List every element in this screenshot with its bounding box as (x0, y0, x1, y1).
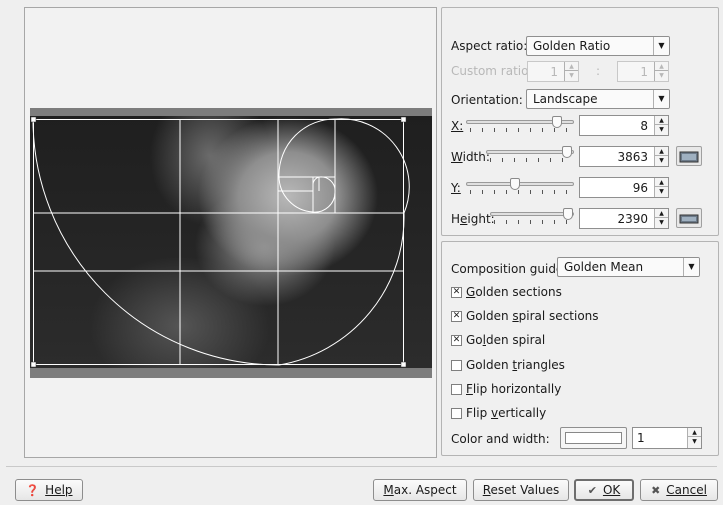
cancel-icon: ✖ (651, 484, 661, 497)
orientation-value: Landscape (533, 92, 598, 106)
custom-ratio-denominator-value: 1 (640, 65, 648, 79)
custom-ratio-numerator[interactable]: 1 ▲ ▼ (527, 61, 579, 82)
golden-spiral-sections-label: Golden spiral sections (466, 309, 599, 323)
chevron-down-icon: ▼ (653, 37, 669, 55)
composition-guide-label: Composition guide: (451, 262, 568, 276)
cancel-label: Cancel (666, 483, 707, 497)
slider-handle[interactable] (552, 116, 562, 128)
spin-buttons[interactable]: ▲ ▼ (654, 178, 668, 197)
reset-values-label: Reset Values (482, 483, 560, 497)
preview-panel (24, 7, 437, 458)
checkmark-icon: ✔ (587, 484, 597, 497)
spin-buttons[interactable]: ▲ ▼ (564, 62, 578, 81)
ratio-separator: : (596, 64, 601, 78)
height-spinbox[interactable]: 2390 ▲ ▼ (579, 208, 669, 229)
crop-handle (30, 116, 37, 123)
golden-spiral-checkbox[interactable]: ✕ (451, 335, 462, 346)
custom-ratio-denominator[interactable]: 1 ▲ ▼ (617, 61, 669, 82)
crop-handle (400, 361, 407, 368)
orientation-label: Orientation: (451, 93, 523, 107)
max-width-button[interactable] (676, 146, 702, 166)
help-label: Help (45, 483, 73, 497)
help-icon: ❓ (25, 484, 40, 497)
x-spinbox[interactable]: 8 ▲ ▼ (579, 115, 669, 136)
aspect-ratio-combo[interactable]: Golden Ratio ▼ (526, 36, 670, 56)
dialog-divider (6, 466, 717, 467)
y-slider[interactable] (466, 178, 576, 196)
ok-button[interactable]: ✔ OK (574, 479, 634, 501)
chevron-down-icon: ▼ (683, 258, 699, 276)
width-value: 3863 (617, 150, 648, 164)
guide-width-value: 1 (637, 431, 645, 445)
crop-handle (400, 116, 407, 123)
width-spinbox[interactable]: 3863 ▲ ▼ (579, 146, 669, 167)
golden-triangles-label: Golden triangles (466, 358, 565, 372)
width-label: Width: (451, 150, 490, 164)
max-height-button[interactable] (676, 208, 702, 228)
composition-guide-combo[interactable]: Golden Mean ▼ (557, 257, 700, 277)
y-spinbox[interactable]: 96 ▲ ▼ (579, 177, 669, 198)
color-width-label: Color and width: (451, 432, 550, 446)
golden-spiral-label: Golden spiral (466, 333, 546, 347)
max-aspect-button[interactable]: Max. Aspect (373, 479, 467, 501)
x-slider[interactable] (466, 116, 576, 134)
slider-handle[interactable] (510, 178, 520, 190)
spin-buttons[interactable]: ▲ ▼ (654, 209, 668, 228)
x-label: X: (451, 119, 464, 133)
golden-spiral (32, 118, 410, 366)
composition-overlay[interactable] (30, 108, 432, 378)
help-button[interactable]: ❓ Help (15, 479, 83, 501)
spin-buttons[interactable]: ▲ ▼ (687, 428, 701, 448)
chevron-down-icon: ▼ (653, 90, 669, 108)
flip-horizontally-checkbox[interactable] (451, 384, 462, 395)
ok-label: OK (602, 483, 621, 497)
spin-buttons[interactable]: ▲ ▼ (654, 116, 668, 135)
crop-handle (30, 361, 37, 368)
aspect-ratio-label: Aspect ratio: (451, 39, 528, 53)
guide-width-spinbox[interactable]: 1 ▲ ▼ (632, 427, 702, 449)
reset-values-button[interactable]: Reset Values (473, 479, 569, 501)
slider-handle[interactable] (563, 208, 573, 220)
custom-ratio-label: Custom ratio: (451, 64, 533, 78)
x-value: 8 (640, 119, 648, 133)
golden-sections-label: Golden sections (466, 285, 562, 299)
composition-guide-value: Golden Mean (564, 260, 644, 274)
width-slider[interactable] (486, 146, 576, 164)
image-preview[interactable] (30, 108, 432, 378)
guide-color-button[interactable] (560, 427, 627, 449)
y-label: Y: (451, 181, 461, 195)
spin-buttons[interactable]: ▲ ▼ (654, 147, 668, 166)
golden-triangles-checkbox[interactable] (451, 360, 462, 371)
spin-buttons[interactable]: ▲ ▼ (654, 62, 668, 81)
crop-rectangle (33, 119, 404, 365)
flip-vertically-label: Flip vertically (466, 406, 547, 420)
guide-color-swatch (565, 432, 622, 444)
height-value: 2390 (617, 212, 648, 226)
max-height-icon (679, 214, 699, 224)
y-value: 96 (632, 181, 648, 195)
custom-ratio-numerator-value: 1 (550, 65, 558, 79)
flip-vertically-checkbox[interactable] (451, 408, 462, 419)
max-aspect-label: Max. Aspect (383, 483, 457, 497)
height-slider[interactable] (490, 208, 576, 226)
flip-horizontally-label: Flip horizontally (466, 382, 562, 396)
slider-handle[interactable] (562, 146, 572, 158)
aspect-ratio-value: Golden Ratio (533, 39, 611, 53)
orientation-combo[interactable]: Landscape ▼ (526, 89, 670, 109)
cancel-button[interactable]: ✖ Cancel (640, 479, 718, 501)
golden-spiral-sections-checkbox[interactable]: ✕ (451, 311, 462, 322)
max-width-icon (679, 151, 699, 163)
golden-sections-checkbox[interactable]: ✕ (451, 287, 462, 298)
height-label: Height: (451, 212, 495, 226)
